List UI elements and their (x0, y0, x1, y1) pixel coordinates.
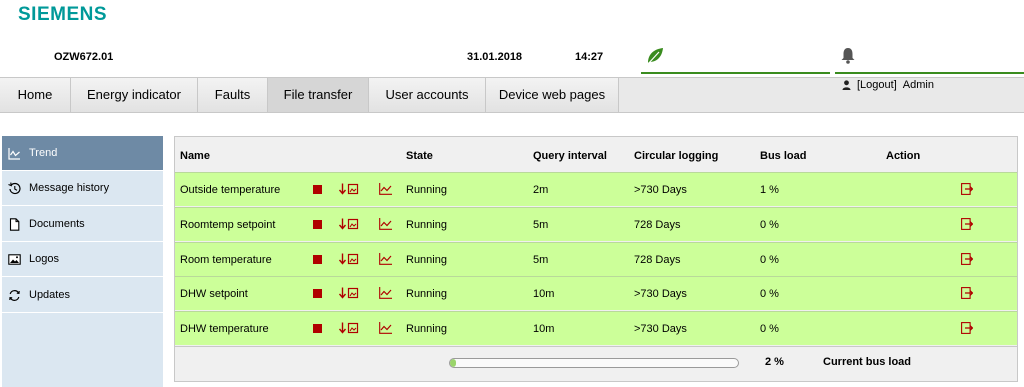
cell-bus-load: 0 % (760, 254, 779, 266)
cell-circular-logging: 728 Days (634, 219, 681, 231)
sidebar: Trend Message history Documents Logos Up… (2, 136, 163, 387)
cell-state: Running (406, 254, 447, 266)
download-icon[interactable] (339, 253, 359, 265)
table-row: DHW setpoint Running 10m >730 Days 0 % (175, 276, 1017, 310)
cell-name: DHW temperature (180, 323, 269, 335)
bus-load-progress (449, 358, 739, 368)
cell-circular-logging: >730 Days (634, 288, 687, 300)
user-icon (842, 80, 851, 90)
cell-bus-load: 0 % (760, 288, 779, 300)
cell-state: Running (406, 288, 447, 300)
cell-query-interval: 5m (533, 254, 549, 266)
logout-link[interactable]: [Logout] (857, 79, 897, 91)
cell-state: Running (406, 184, 447, 196)
col-action: Action (886, 150, 921, 162)
sidebar-item-label: Updates (29, 289, 70, 301)
cell-name: Roomtemp setpoint (180, 219, 276, 231)
alarm-status-box[interactable] (835, 44, 1024, 74)
bus-load-label: Current bus load (823, 356, 912, 368)
tab-home[interactable]: Home (0, 78, 71, 112)
table-row: Roomtemp setpoint Running 5m 728 Days 0 % (175, 207, 1017, 241)
export-icon[interactable] (961, 287, 973, 299)
trend-table: Name State Query interval Circular loggi… (174, 136, 1018, 382)
table-row: DHW temperature Running 10m >730 Days 0 % (175, 311, 1017, 345)
chart-icon[interactable] (379, 218, 392, 230)
stop-icon[interactable] (313, 289, 322, 298)
export-icon[interactable] (961, 253, 973, 265)
eco-status-box (641, 44, 830, 74)
cell-name: Room temperature (180, 254, 272, 266)
sidebar-item-label: Trend (29, 147, 58, 159)
document-icon (9, 218, 20, 231)
cell-circular-logging: >730 Days (634, 323, 687, 335)
siemens-logo: SIEMENS (18, 4, 108, 25)
sidebar-item-message-history[interactable]: Message history (2, 171, 163, 206)
image-icon (8, 254, 21, 265)
stop-icon[interactable] (313, 220, 322, 229)
tab-file-transfer[interactable]: File transfer (268, 78, 369, 112)
col-name[interactable]: Name (180, 150, 210, 162)
col-bus-load[interactable]: Bus load (760, 150, 806, 162)
tab-device-web-pages[interactable]: Device web pages (486, 78, 619, 112)
sidebar-item-trend[interactable]: Trend (2, 136, 163, 171)
sidebar-item-label: Logos (29, 253, 59, 265)
username: Admin (902, 79, 934, 91)
sidebar-item-label: Message history (29, 182, 110, 194)
export-icon[interactable] (961, 322, 973, 334)
table-header: Name State Query interval Circular loggi… (175, 137, 1017, 172)
sidebar-item-updates[interactable]: Updates (2, 278, 163, 313)
cell-name: Outside temperature (180, 184, 281, 196)
chart-icon[interactable] (379, 287, 392, 299)
sidebar-item-label: Documents (29, 218, 85, 230)
cell-state: Running (406, 323, 447, 335)
cell-circular-logging: 728 Days (634, 254, 681, 266)
cell-bus-load: 1 % (760, 184, 779, 196)
trend-icon (8, 148, 20, 160)
cell-circular-logging: >730 Days (634, 184, 687, 196)
cell-query-interval: 2m (533, 184, 549, 196)
cell-query-interval: 10m (533, 323, 555, 335)
cell-state: Running (406, 219, 447, 231)
stop-icon[interactable] (313, 185, 322, 194)
table-row: Outside temperature Running 2m >730 Days 1 % (175, 172, 1017, 206)
chart-icon[interactable] (379, 322, 392, 334)
download-icon[interactable] (339, 218, 359, 230)
chart-icon[interactable] (379, 253, 392, 265)
bus-load-percent: 2 % (765, 356, 784, 368)
sidebar-item-logos[interactable]: Logos (2, 242, 163, 277)
stop-icon[interactable] (313, 324, 322, 333)
history-icon (8, 182, 21, 195)
tab-faults[interactable]: Faults (198, 78, 268, 112)
cell-name: DHW setpoint (180, 288, 248, 300)
download-icon[interactable] (339, 183, 359, 195)
time-display: 14:27 (575, 51, 604, 63)
col-state[interactable]: State (406, 150, 433, 162)
table-row: Room temperature Running 5m 728 Days 0 % (175, 242, 1017, 276)
cell-query-interval: 5m (533, 219, 549, 231)
cell-query-interval: 10m (533, 288, 555, 300)
export-icon[interactable] (961, 218, 973, 230)
download-icon[interactable] (339, 322, 359, 334)
refresh-icon (9, 290, 20, 301)
leaf-icon (647, 48, 663, 65)
date-display: 31.01.2018 (467, 51, 523, 63)
device-name: OZW672.01 (54, 51, 114, 63)
bell-icon[interactable] (840, 47, 856, 64)
export-icon[interactable] (961, 183, 973, 195)
col-query-interval[interactable]: Query interval (533, 150, 607, 162)
download-icon[interactable] (339, 287, 359, 299)
sidebar-item-documents[interactable]: Documents (2, 207, 163, 242)
tab-user-accounts[interactable]: User accounts (369, 78, 486, 112)
col-circular-logging[interactable]: Circular logging (634, 150, 718, 162)
stop-icon[interactable] (313, 255, 322, 264)
chart-icon[interactable] (379, 183, 392, 195)
bus-load-footer: 2 % Current bus load (175, 346, 1017, 381)
user-area: [Logout] Admin (842, 79, 934, 91)
cell-bus-load: 0 % (760, 219, 779, 231)
cell-bus-load: 0 % (760, 323, 779, 335)
tab-energy-indicator[interactable]: Energy indicator (71, 78, 198, 112)
